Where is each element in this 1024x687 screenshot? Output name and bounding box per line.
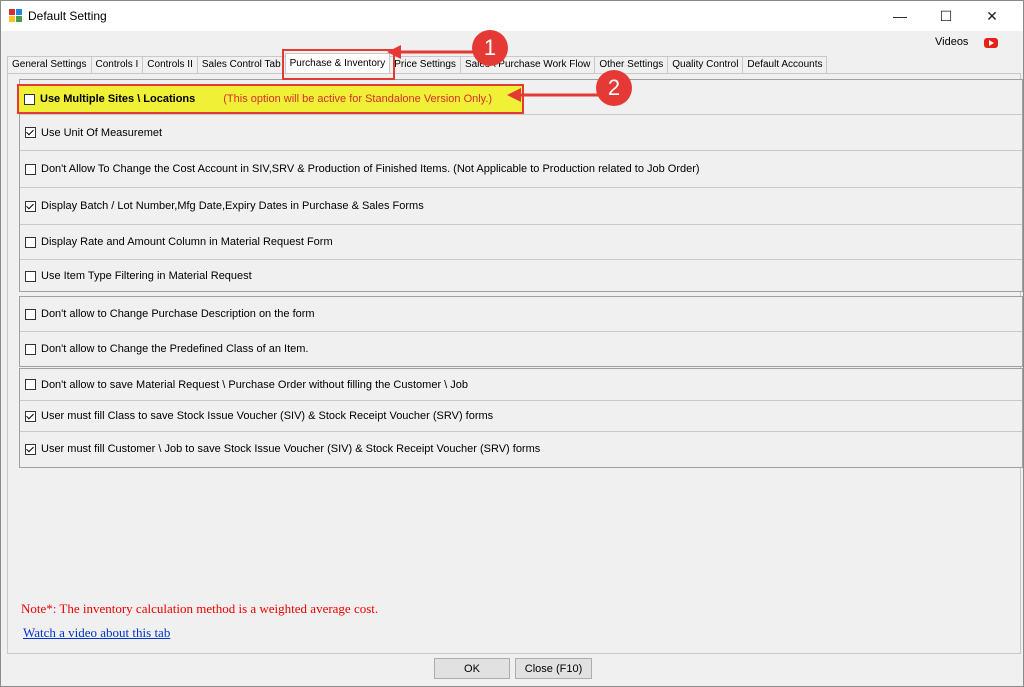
checkbox[interactable]	[25, 308, 36, 320]
settings-row: Display Batch / Lot Number,Mfg Date,Expi…	[20, 187, 1022, 224]
tab-controls-i[interactable]: Controls I	[90, 56, 144, 73]
checkbox[interactable]	[25, 410, 36, 422]
annotation-badge-2: 2	[596, 70, 632, 106]
settings-row: Display Rate and Amount Column in Materi…	[20, 224, 1022, 259]
minimize-button[interactable]: —	[877, 1, 923, 31]
setting-label: Don't Allow To Change the Cost Account i…	[41, 163, 700, 175]
close-window-button[interactable]: ✕	[969, 1, 1015, 31]
checkbox[interactable]	[25, 343, 36, 355]
tab-quality-control[interactable]: Quality Control	[667, 56, 744, 73]
settings-row: Don't allow to save Material Request \ P…	[20, 369, 1022, 400]
settings-row: Use Unit Of Measuremet	[20, 114, 1022, 150]
annotation-badge-1: 1	[472, 30, 508, 66]
setting-label: Don't allow to save Material Request \ P…	[41, 378, 469, 391]
checkbox[interactable]	[25, 200, 36, 212]
use-multiple-sites-row: Use Multiple Sites \ Locations (This opt…	[17, 84, 524, 114]
standalone-note: (This option will be active for Standalo…	[223, 93, 493, 105]
tab-content-panel: Use Unit Of Measuremet Don't Allow To Ch…	[7, 73, 1023, 654]
settings-row: Don't Allow To Change the Cost Account i…	[20, 150, 1022, 187]
setting-label: Don't allow to Change the Predefined Cla…	[41, 343, 309, 355]
inventory-note: Note*: The inventory calculation method …	[21, 601, 379, 616]
use-multiple-sites-checkbox[interactable]	[24, 93, 35, 105]
checkbox[interactable]	[25, 163, 36, 175]
tab-controls-ii[interactable]: Controls II	[142, 56, 198, 73]
ok-button[interactable]: OK	[434, 658, 510, 679]
setting-label: Use Item Type Filtering in Material Requ…	[41, 270, 252, 282]
settings-row: Don't allow to Change the Predefined Cla…	[20, 331, 1022, 366]
setting-label: Use Unit Of Measuremet	[41, 126, 163, 139]
tab-other-settings[interactable]: Other Settings	[594, 56, 669, 73]
checkbox[interactable]	[25, 379, 36, 390]
close-button[interactable]: Close (F10)	[515, 658, 592, 679]
setting-label: Display Batch / Lot Number,Mfg Date,Expi…	[41, 200, 424, 212]
checkbox[interactable]	[25, 127, 36, 138]
videos-label: Videos	[935, 36, 969, 48]
title-bar: Default Setting — ☐ ✕	[1, 1, 1023, 31]
checkbox[interactable]	[25, 443, 36, 455]
tab-sales-control[interactable]: Sales Control Tab	[196, 56, 286, 73]
maximize-button[interactable]: ☐	[923, 1, 969, 31]
setting-label: User must fill Customer \ Job to save St…	[41, 443, 541, 455]
settings-row: Use Item Type Filtering in Material Requ…	[20, 259, 1022, 292]
checkbox[interactable]	[25, 236, 36, 248]
tab-default-accounts[interactable]: Default Accounts	[742, 56, 828, 73]
settings-row: User must fill Customer \ Job to save St…	[20, 431, 1022, 466]
watch-video-link[interactable]: Watch a video about this tab	[23, 625, 170, 641]
settings-row: User must fill Class to save Stock Issue…	[20, 400, 1022, 431]
setting-label: Don't allow to Change Purchase Descripti…	[41, 308, 315, 320]
youtube-icon[interactable]	[984, 38, 998, 48]
settings-group-2: Don't allow to Change Purchase Descripti…	[19, 296, 1023, 367]
use-multiple-sites-label: Use Multiple Sites \ Locations	[40, 93, 196, 105]
settings-row: Don't allow to Change Purchase Descripti…	[20, 297, 1022, 331]
setting-label: User must fill Class to save Stock Issue…	[41, 410, 494, 422]
setting-label: Display Rate and Amount Column in Materi…	[41, 236, 333, 248]
annotation-arrow-2	[507, 88, 603, 102]
annotation-box-tab	[282, 49, 395, 80]
tab-general-settings[interactable]: General Settings	[7, 56, 92, 73]
window-title: Default Setting	[28, 9, 107, 23]
settings-group-3: Don't allow to save Material Request \ P…	[19, 368, 1023, 468]
checkbox[interactable]	[25, 270, 36, 282]
app-icon	[9, 9, 22, 22]
